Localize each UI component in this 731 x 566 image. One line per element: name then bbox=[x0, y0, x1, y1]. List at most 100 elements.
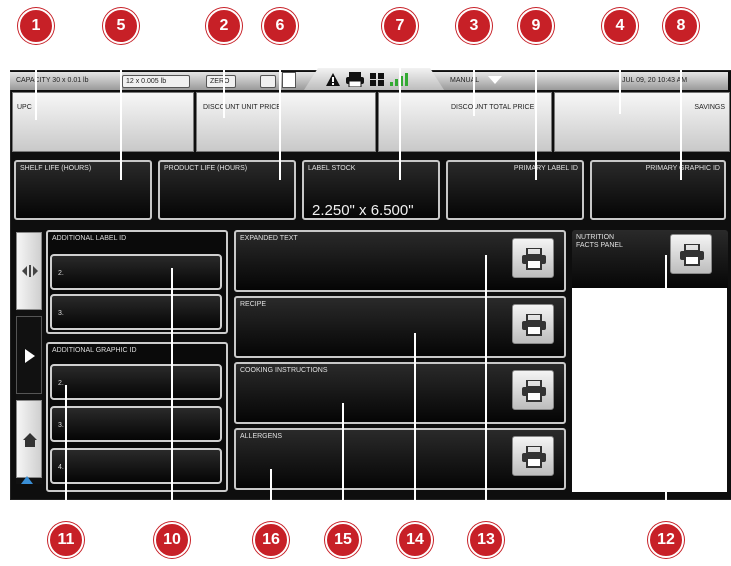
primary-label-id-label: PRIMARY LABEL ID bbox=[513, 165, 578, 172]
warning-icon bbox=[326, 73, 340, 86]
callout-7: 7 bbox=[382, 8, 418, 44]
upc-field[interactable]: UPC bbox=[12, 92, 194, 152]
callout-16: 16 bbox=[253, 522, 289, 558]
icon-tray bbox=[304, 68, 444, 90]
graphic-id-item-number: 4. bbox=[58, 464, 64, 471]
nutrition-preview-panel bbox=[572, 288, 727, 492]
callout-5: 5 bbox=[103, 8, 139, 44]
graphic-id-item-number: 2. bbox=[58, 380, 64, 387]
home-button[interactable] bbox=[16, 400, 42, 478]
print-cooking-instructions-button[interactable] bbox=[512, 370, 554, 410]
callout-line bbox=[399, 40, 401, 180]
print-expanded-text-button[interactable] bbox=[512, 238, 554, 278]
datetime: JUL 09, 20 10:43 AM bbox=[622, 77, 688, 84]
graphic-id-item[interactable]: 3. bbox=[50, 406, 222, 442]
recipe-label: RECIPE bbox=[240, 301, 267, 308]
callout-line bbox=[665, 255, 667, 525]
nutrition-facts-label: NUTRITION FACTS PANEL bbox=[576, 234, 623, 249]
callout-6: 6 bbox=[262, 8, 298, 44]
callout-line bbox=[171, 268, 173, 526]
print-recipe-button[interactable] bbox=[512, 304, 554, 344]
play-button[interactable] bbox=[16, 316, 42, 394]
callout-line bbox=[279, 40, 281, 180]
primary-label-id-field[interactable]: PRIMARY LABEL ID bbox=[446, 160, 584, 220]
play-icon bbox=[25, 349, 35, 363]
callout-line bbox=[223, 40, 225, 118]
printer-icon bbox=[680, 244, 704, 266]
label-stock-label: LABEL STOCK bbox=[308, 165, 356, 172]
callout-line bbox=[619, 40, 621, 114]
graphic-id-item[interactable]: 2. bbox=[50, 364, 222, 400]
capacity-secondary: 12 x 0.005 lb bbox=[122, 75, 190, 88]
product-life-field[interactable]: PRODUCT LIFE (HOURS) bbox=[158, 160, 296, 220]
label-id-item-number: 3. bbox=[58, 310, 64, 317]
print-nutrition-facts-button[interactable] bbox=[670, 234, 712, 274]
callout-3: 3 bbox=[456, 8, 492, 44]
shelf-life-label: SHELF LIFE (HOURS) bbox=[20, 165, 92, 172]
label-id-item[interactable]: 2. bbox=[50, 254, 222, 290]
printer-icon bbox=[522, 446, 546, 468]
primary-graphic-id-field[interactable]: PRIMARY GRAPHIC ID bbox=[590, 160, 726, 220]
home-icon bbox=[23, 433, 37, 447]
expanded-text-label: EXPANDED TEXT bbox=[240, 235, 298, 242]
callout-11: 11 bbox=[48, 522, 84, 558]
additional-graphic-id-label: ADDITIONAL GRAPHIC ID bbox=[52, 347, 137, 354]
primary-graphic-id-label: PRIMARY GRAPHIC ID bbox=[645, 165, 720, 172]
dropdown-arrow-icon[interactable] bbox=[488, 76, 502, 84]
square-icon bbox=[282, 72, 296, 88]
callout-line bbox=[414, 333, 416, 525]
callout-10: 10 bbox=[154, 522, 190, 558]
callout-14: 14 bbox=[397, 522, 433, 558]
triangle-up-icon bbox=[21, 476, 33, 484]
callout-4: 4 bbox=[602, 8, 638, 44]
print-allergens-button[interactable] bbox=[512, 436, 554, 476]
upc-label: UPC bbox=[17, 104, 32, 111]
allergens-label: ALLERGENS bbox=[240, 433, 283, 440]
callout-line bbox=[270, 469, 272, 525]
callout-line bbox=[65, 385, 67, 525]
savings-field[interactable]: SAVINGS bbox=[554, 92, 730, 152]
printer-icon bbox=[522, 314, 546, 336]
callout-line bbox=[35, 40, 37, 120]
signal-icon bbox=[390, 73, 408, 86]
graphic-id-item[interactable]: 4. bbox=[50, 448, 222, 484]
capacity-readout: CAPACITY 30 x 0.01 lb bbox=[16, 77, 89, 84]
printer-icon bbox=[522, 248, 546, 270]
callout-2: 2 bbox=[206, 8, 242, 44]
additional-label-id-label: ADDITIONAL LABEL ID bbox=[52, 235, 127, 242]
callout-12: 12 bbox=[648, 522, 684, 558]
callout-line bbox=[485, 255, 487, 525]
savings-label: SAVINGS bbox=[694, 104, 725, 111]
shelf-life-field[interactable]: SHELF LIFE (HOURS) bbox=[14, 160, 152, 220]
sidebar bbox=[16, 232, 42, 484]
scroll-icon bbox=[22, 265, 38, 277]
discount-total-price-label: DISCOUNT TOTAL PRICE bbox=[451, 104, 535, 111]
product-life-label: PRODUCT LIFE (HOURS) bbox=[164, 165, 248, 172]
discount-unit-price-label: DISCOUNT UNIT PRICE bbox=[203, 104, 281, 111]
graphic-id-item-number: 3. bbox=[58, 422, 64, 429]
callout-line bbox=[680, 40, 682, 180]
callout-line bbox=[120, 40, 122, 180]
cooking-instructions-label: COOKING INSTRUCTIONS bbox=[240, 367, 328, 374]
label-id-item[interactable]: 3. bbox=[50, 294, 222, 330]
printer-icon bbox=[522, 380, 546, 402]
callout-13: 13 bbox=[468, 522, 504, 558]
callout-line bbox=[535, 40, 537, 180]
label-stock-value: 2.250" x 6.500" bbox=[312, 202, 414, 219]
callout-line bbox=[473, 40, 475, 116]
zero-button[interactable]: ZERO bbox=[206, 75, 236, 88]
tare-checkbox[interactable] bbox=[260, 75, 276, 88]
additional-graphic-id-group: ADDITIONAL GRAPHIC ID 2. 3. 4. bbox=[46, 342, 228, 492]
callout-8: 8 bbox=[663, 8, 699, 44]
callout-15: 15 bbox=[325, 522, 361, 558]
additional-label-id-group: ADDITIONAL LABEL ID 2. 3. bbox=[46, 230, 228, 334]
callout-1: 1 bbox=[18, 8, 54, 44]
scroll-button[interactable] bbox=[16, 232, 42, 310]
callout-line bbox=[342, 403, 344, 525]
discount-total-price-field[interactable]: DISCOUNT TOTAL PRICE bbox=[378, 92, 552, 152]
label-id-item-number: 2. bbox=[58, 270, 64, 277]
callout-9: 9 bbox=[518, 8, 554, 44]
grid-icon bbox=[370, 73, 384, 86]
printer-icon bbox=[346, 72, 364, 87]
label-stock-field[interactable]: LABEL STOCK 2.250" x 6.500" bbox=[302, 160, 440, 220]
